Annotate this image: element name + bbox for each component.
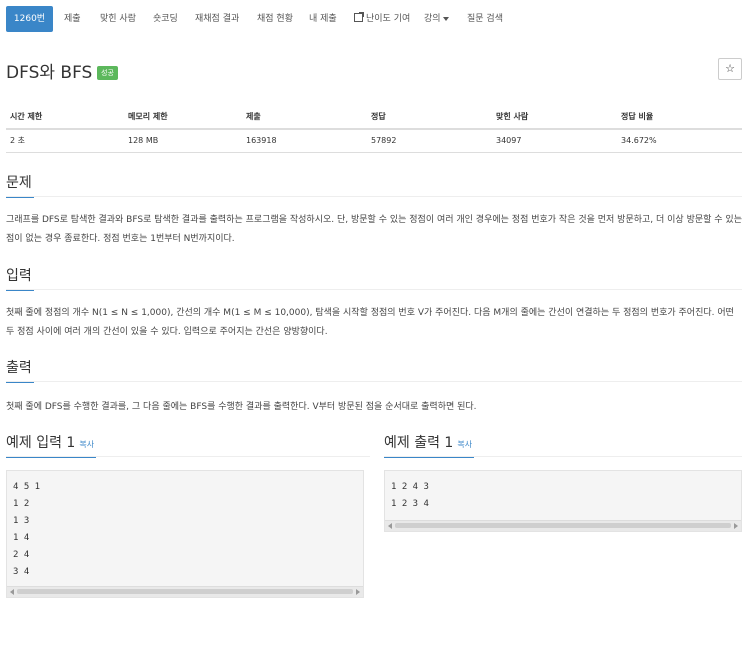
horizontal-scrollbar[interactable]: [7, 586, 363, 597]
star-button[interactable]: ☆: [718, 58, 742, 80]
external-link-icon: [354, 12, 364, 22]
input-section-label: 입력: [6, 268, 32, 284]
scroll-right-icon[interactable]: [734, 523, 738, 529]
problem-title: DFS와 BFS: [6, 63, 93, 83]
tab-short-coding[interactable]: 숏코딩: [149, 6, 182, 32]
tab-solvers[interactable]: 맞힌 사람: [96, 6, 140, 32]
header-ratio: 정답 비율: [621, 112, 654, 121]
sample-input-line: 1 3: [13, 516, 30, 526]
problem-section-title: 문제: [6, 172, 34, 198]
value-ratio: 34.672%: [621, 136, 657, 145]
value-solvers: 34097: [496, 136, 522, 145]
copy-output-button[interactable]: 복사: [457, 440, 472, 449]
table-header-row: 시간 제한 메모리 제한 제출 정답 맞힌 사람 정답 비율: [6, 106, 742, 130]
scroll-left-icon[interactable]: [388, 523, 392, 529]
value-accepted: 57892: [371, 136, 397, 145]
problem-section-label: 문제: [6, 175, 32, 191]
scroll-left-icon[interactable]: [10, 589, 14, 595]
scrollbar-thumb[interactable]: [17, 589, 353, 594]
tab-rejudge[interactable]: 재채점 결과: [191, 6, 243, 32]
header-submissions: 제출: [246, 112, 261, 121]
sample-output-label: 예제 출력 1: [384, 435, 454, 451]
tab-difficulty[interactable]: 난이도 기여: [350, 6, 414, 32]
problem-nav: 1260번 제출 맞힌 사람 숏코딩 재채점 결과 채점 현황 내 제출 난이도…: [0, 0, 750, 36]
header-accepted: 정답: [371, 112, 386, 121]
tab-problem[interactable]: 1260번: [6, 6, 53, 32]
header-time-limit: 시간 제한: [10, 112, 43, 121]
caret-down-icon: [442, 16, 449, 21]
problem-info-table: 시간 제한 메모리 제한 제출 정답 맞힌 사람 정답 비율 2 초 128 M…: [6, 106, 742, 153]
sample-input-line: 1 4: [13, 533, 30, 543]
tab-my-submissions[interactable]: 내 제출: [305, 6, 341, 32]
status-badge: 성공: [97, 66, 118, 80]
tab-status[interactable]: 채점 현황: [253, 6, 297, 32]
output-description: 첫째 줄에 DFS를 수행한 결과를, 그 다음 줄에는 BFS를 수행한 결과…: [6, 402, 477, 412]
table-row: 2 초 128 MB 163918 57892 34097 34.672%: [6, 130, 742, 153]
tab-difficulty-label: 난이도 기여: [366, 14, 411, 24]
value-submissions: 163918: [246, 136, 277, 145]
tab-lectures-label: 강의: [424, 14, 441, 24]
section-divider: [6, 289, 742, 290]
horizontal-scrollbar[interactable]: [385, 520, 741, 531]
value-time-limit: 2 초: [10, 136, 25, 145]
header-memory-limit: 메모리 제한: [128, 112, 168, 121]
scroll-right-icon[interactable]: [356, 589, 360, 595]
scrollbar-thumb[interactable]: [395, 523, 731, 528]
tab-question-search[interactable]: 질문 검색: [463, 6, 507, 32]
output-section-label: 출력: [6, 360, 32, 376]
sample-output-title: 예제 출력 1 복사: [384, 432, 474, 458]
output-section-title: 출력: [6, 357, 34, 383]
sample-input-line: 2 4: [13, 550, 30, 560]
sample-input-line: 3 4: [13, 567, 30, 577]
sample-input-line: 1 2: [13, 499, 30, 509]
sample-input-box[interactable]: 4 5 1 1 2 1 3 1 4 2 4 3 4: [6, 470, 364, 598]
sample-output-line: 1 2 3 4: [391, 499, 429, 509]
sample-output-line: 1 2 4 3: [391, 482, 429, 492]
section-divider: [384, 456, 742, 457]
star-icon: ☆: [725, 62, 735, 75]
sample-output-box[interactable]: 1 2 4 3 1 2 3 4: [384, 470, 742, 532]
problem-description: 그래프를 DFS로 탐색한 결과와 BFS로 탐색한 결과를 출력하는 프로그램…: [6, 215, 742, 244]
tab-lectures[interactable]: 강의: [420, 6, 453, 32]
section-divider: [6, 381, 742, 382]
sample-input-line: 4 5 1: [13, 482, 41, 492]
copy-input-button[interactable]: 복사: [79, 440, 94, 449]
sample-input-title: 예제 입력 1 복사: [6, 432, 96, 458]
header-solvers: 맞힌 사람: [496, 112, 529, 121]
value-memory-limit: 128 MB: [128, 136, 159, 145]
tab-submit[interactable]: 제출: [60, 6, 85, 32]
sample-input-label: 예제 입력 1: [6, 435, 76, 451]
input-section-title: 입력: [6, 265, 34, 291]
section-divider: [6, 196, 742, 197]
input-description: 첫째 줄에 정점의 개수 N(1 ≤ N ≤ 1,000), 간선의 개수 M(…: [6, 308, 734, 337]
section-divider: [6, 456, 370, 457]
